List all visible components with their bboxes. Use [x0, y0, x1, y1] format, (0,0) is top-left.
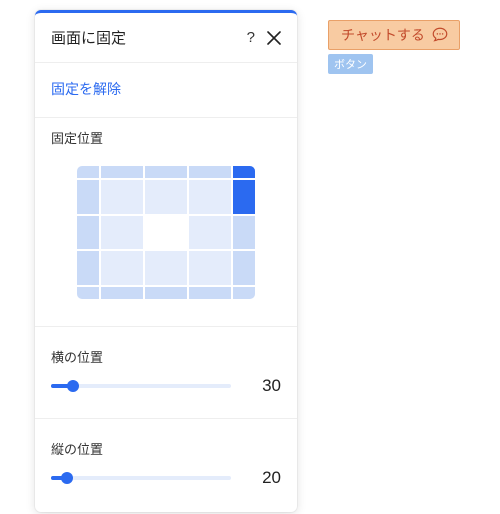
- vertical-position-row: 縦の位置 20: [35, 429, 297, 494]
- horizontal-value: 30: [247, 376, 281, 396]
- horizontal-position-row: 横の位置 30: [35, 337, 297, 402]
- pos-cell[interactable]: [144, 286, 188, 300]
- pos-cell[interactable]: [100, 286, 144, 300]
- pos-cell[interactable]: [144, 179, 188, 215]
- element-type-badge: ボタン: [328, 54, 373, 74]
- divider: [35, 418, 297, 419]
- panel-header: 画面に固定 ?: [35, 13, 297, 58]
- chat-button[interactable]: チャットする: [328, 20, 460, 50]
- pos-cell[interactable]: [100, 179, 144, 215]
- vertical-label: 縦の位置: [51, 439, 281, 458]
- divider: [35, 62, 297, 63]
- position-label: 固定位置: [35, 128, 297, 147]
- vertical-slider[interactable]: [51, 471, 231, 485]
- pos-cell[interactable]: [100, 165, 144, 179]
- pos-cell[interactable]: [76, 179, 100, 215]
- pos-cell[interactable]: [188, 250, 232, 286]
- pos-cell[interactable]: [76, 286, 100, 300]
- pos-cell[interactable]: [76, 215, 100, 251]
- pos-cell[interactable]: [76, 250, 100, 286]
- pos-cell[interactable]: [144, 165, 188, 179]
- pos-cell-selected[interactable]: [232, 179, 256, 215]
- chat-button-label: チャットする: [341, 25, 425, 45]
- pos-cell[interactable]: [188, 165, 232, 179]
- pos-cell[interactable]: [232, 250, 256, 286]
- panel-title: 画面に固定: [51, 27, 247, 48]
- divider: [35, 117, 297, 118]
- vertical-value: 20: [247, 468, 281, 488]
- pos-cell[interactable]: [188, 179, 232, 215]
- horizontal-slider[interactable]: [51, 379, 231, 393]
- pos-cell[interactable]: [188, 286, 232, 300]
- pos-cell[interactable]: [188, 215, 232, 251]
- position-grid[interactable]: [35, 157, 297, 322]
- chat-bubble-icon: [431, 26, 449, 44]
- pos-cell-selected[interactable]: [232, 165, 256, 179]
- pos-cell-center[interactable]: [144, 215, 188, 251]
- help-icon[interactable]: ?: [247, 29, 255, 46]
- pos-cell[interactable]: [76, 165, 100, 179]
- close-icon[interactable]: [267, 31, 281, 45]
- pos-cell[interactable]: [100, 215, 144, 251]
- pos-cell[interactable]: [232, 215, 256, 251]
- divider: [35, 326, 297, 327]
- pos-cell[interactable]: [100, 250, 144, 286]
- pos-cell[interactable]: [144, 250, 188, 286]
- pin-to-screen-panel: 画面に固定 ? 固定を解除 固定位置: [35, 10, 297, 512]
- pos-cell[interactable]: [232, 286, 256, 300]
- horizontal-label: 横の位置: [51, 347, 281, 366]
- unpin-link[interactable]: 固定を解除: [51, 81, 121, 97]
